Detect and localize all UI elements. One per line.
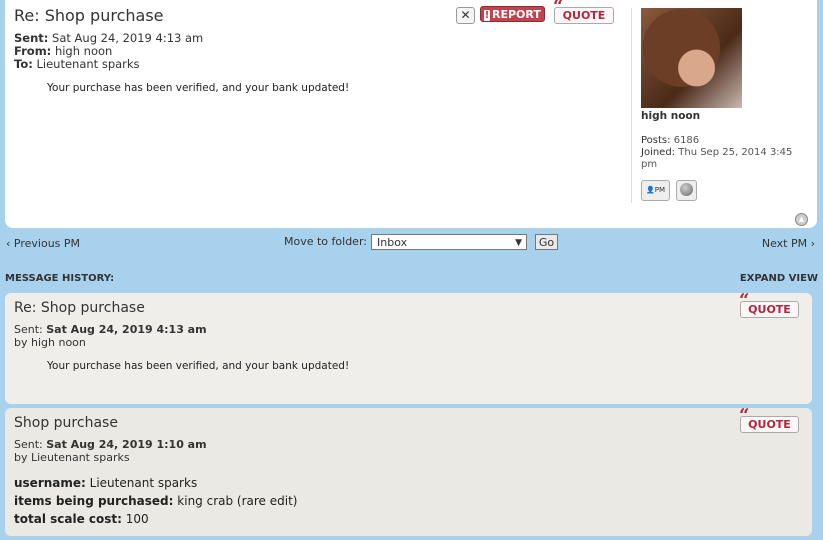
history-subject: Re: Shop purchase: [14, 300, 145, 316]
history-label: MESSAGE HISTORY:: [5, 273, 115, 284]
author-posts: Posts: 6186: [641, 135, 700, 146]
history-subject: Shop purchase: [14, 415, 118, 431]
folder-select[interactable]: Inbox ▼: [371, 234, 527, 250]
history-body: Your purchase has been verified, and you…: [47, 360, 350, 372]
quote-icon: “: [739, 290, 750, 311]
field-username: username: Lieutenant sparks: [14, 476, 198, 490]
quote-button[interactable]: “ QUOTE: [739, 292, 799, 318]
history-message: Shop purchase “ QUOTE Sent: Sat Aug 24, …: [5, 407, 812, 536]
close-icon: ✕: [460, 8, 471, 22]
current-message-panel: Re: Shop purchase ✕ ! REPORT “ QUOTE Sent…: [5, 0, 817, 228]
message-body: Your purchase has been verified, and you…: [47, 82, 350, 94]
pm-navigation: ‹ Previous PM Move to folder: Inbox ▼ Go …: [0, 232, 823, 254]
author-joined: Joined: Thu Sep 25, 2014 3:45 pm: [641, 147, 793, 170]
previous-pm-link[interactable]: ‹ Previous PM: [6, 237, 80, 250]
report-button[interactable]: ! REPORT: [480, 6, 545, 22]
to-line: To: Lieutenant sparks: [14, 57, 140, 71]
history-author: by high noon: [14, 336, 86, 349]
history-author: by Lieutenant sparks: [14, 451, 130, 464]
website-icon[interactable]: [676, 180, 697, 201]
sent-line: Sent: Sat Aug 24, 2019 4:13 am: [14, 31, 204, 45]
next-pm-link[interactable]: Next PM ›: [762, 237, 815, 250]
history-sent: Sent: Sat Aug 24, 2019 1:10 am: [14, 438, 207, 451]
history-message: Re: Shop purchase “ QUOTE Sent: Sat Aug …: [5, 292, 812, 404]
quote-icon: “: [553, 0, 564, 17]
user-icon: 👤: [646, 186, 655, 194]
author-name[interactable]: high noon: [641, 110, 700, 122]
delete-button[interactable]: ✕: [456, 7, 475, 24]
move-folder-label: Move to folder:: [284, 235, 367, 248]
to-link[interactable]: Lieutenant sparks: [36, 57, 139, 71]
quote-icon: “: [739, 405, 750, 426]
field-items: items being purchased: king crab (rare e…: [14, 494, 298, 508]
quote-button[interactable]: “ QUOTE: [553, 0, 614, 24]
quote-button[interactable]: “ QUOTE: [739, 407, 799, 433]
divider: [631, 8, 632, 203]
from-line: From: high noon: [14, 44, 113, 58]
alert-icon: !: [484, 9, 490, 21]
back-to-top-icon[interactable]: ▲: [795, 213, 808, 226]
send-pm-button[interactable]: 👤PM: [641, 180, 670, 201]
message-subject: Re: Shop purchase: [14, 6, 164, 25]
avatar[interactable]: [641, 8, 742, 108]
go-button[interactable]: Go: [535, 234, 558, 250]
history-sent: Sent: Sat Aug 24, 2019 4:13 am: [14, 323, 207, 336]
chevron-down-icon: ▼: [515, 238, 522, 248]
field-cost: total scale cost: 100: [14, 512, 149, 526]
expand-view-link[interactable]: EXPAND VIEW: [740, 273, 818, 284]
from-link[interactable]: high noon: [55, 44, 112, 58]
